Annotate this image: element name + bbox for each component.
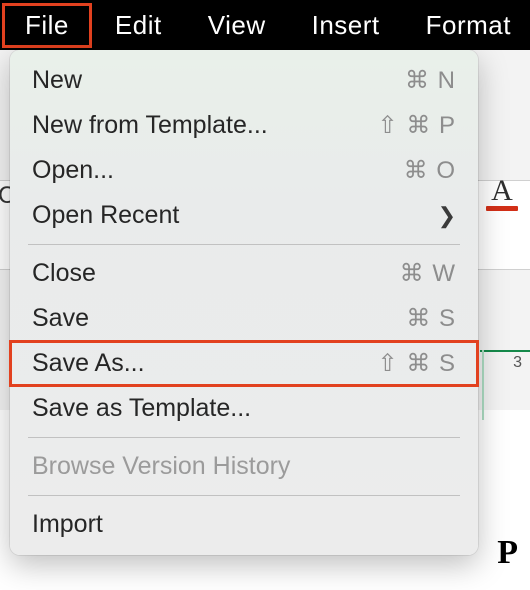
menubar-label: Edit [115,10,162,40]
menubar-item-format[interactable]: Format [403,3,530,48]
menu-item-open[interactable]: Open... ⌘ O [10,148,478,193]
menu-item-new-from-template[interactable]: New from Template... ⇧ ⌘ P [10,103,478,148]
menu-separator [28,437,460,438]
menu-separator [28,244,460,245]
menu-item-label: Save As... [32,349,378,378]
menu-item-save-as-template[interactable]: Save as Template... [10,386,478,431]
file-menu-dropdown: New ⌘ N New from Template... ⇧ ⌘ P Open.… [10,50,478,555]
chevron-right-icon: ❯ [434,203,456,229]
menubar-label: View [208,10,266,40]
menubar-label: Insert [312,10,380,40]
menu-item-shortcut: ⌘ O [404,156,456,185]
menu-item-label: Import [32,510,456,539]
menu-item-browse-version-history: Browse Version History [10,444,478,489]
menubar-item-insert[interactable]: Insert [289,3,403,48]
row-number: 3 [513,354,522,372]
menu-item-new[interactable]: New ⌘ N [10,58,478,103]
menubar-item-file[interactable]: File [2,3,92,48]
menu-item-shortcut: ⇧ ⌘ P [378,111,456,140]
menu-item-label: Browse Version History [32,452,456,481]
menu-item-save[interactable]: Save ⌘ S [10,296,478,341]
menu-item-shortcut: ⌘ S [406,304,456,333]
grid-line [480,350,530,352]
menu-separator [28,495,460,496]
menu-item-close[interactable]: Close ⌘ W [10,251,478,296]
menubar-item-edit[interactable]: Edit [92,3,185,48]
menu-item-shortcut: ⌘ N [405,66,456,95]
menubar-item-view[interactable]: View [185,3,289,48]
menu-item-save-as[interactable]: Save As... ⇧ ⌘ S [10,341,478,386]
grid-line [482,350,484,420]
menu-item-label: Open Recent [32,201,434,230]
menu-item-label: New [32,66,405,95]
menubar-label: Format [426,10,511,40]
menu-item-label: Open... [32,156,404,185]
menu-item-open-recent[interactable]: Open Recent ❯ [10,193,478,238]
menu-item-shortcut: ⌘ W [400,259,456,288]
menu-item-label: New from Template... [32,111,378,140]
menubar: File Edit View Insert Format [0,0,530,50]
menu-item-label: Save as Template... [32,394,456,423]
menu-item-import[interactable]: Import [10,502,478,547]
font-color-button[interactable]: A [482,174,522,211]
font-color-glyph: A [482,174,522,208]
menu-item-shortcut: ⇧ ⌘ S [378,349,456,378]
menu-item-label: Close [32,259,400,288]
menubar-label: File [25,10,69,40]
cell-text: P [497,534,518,572]
menu-item-label: Save [32,304,406,333]
